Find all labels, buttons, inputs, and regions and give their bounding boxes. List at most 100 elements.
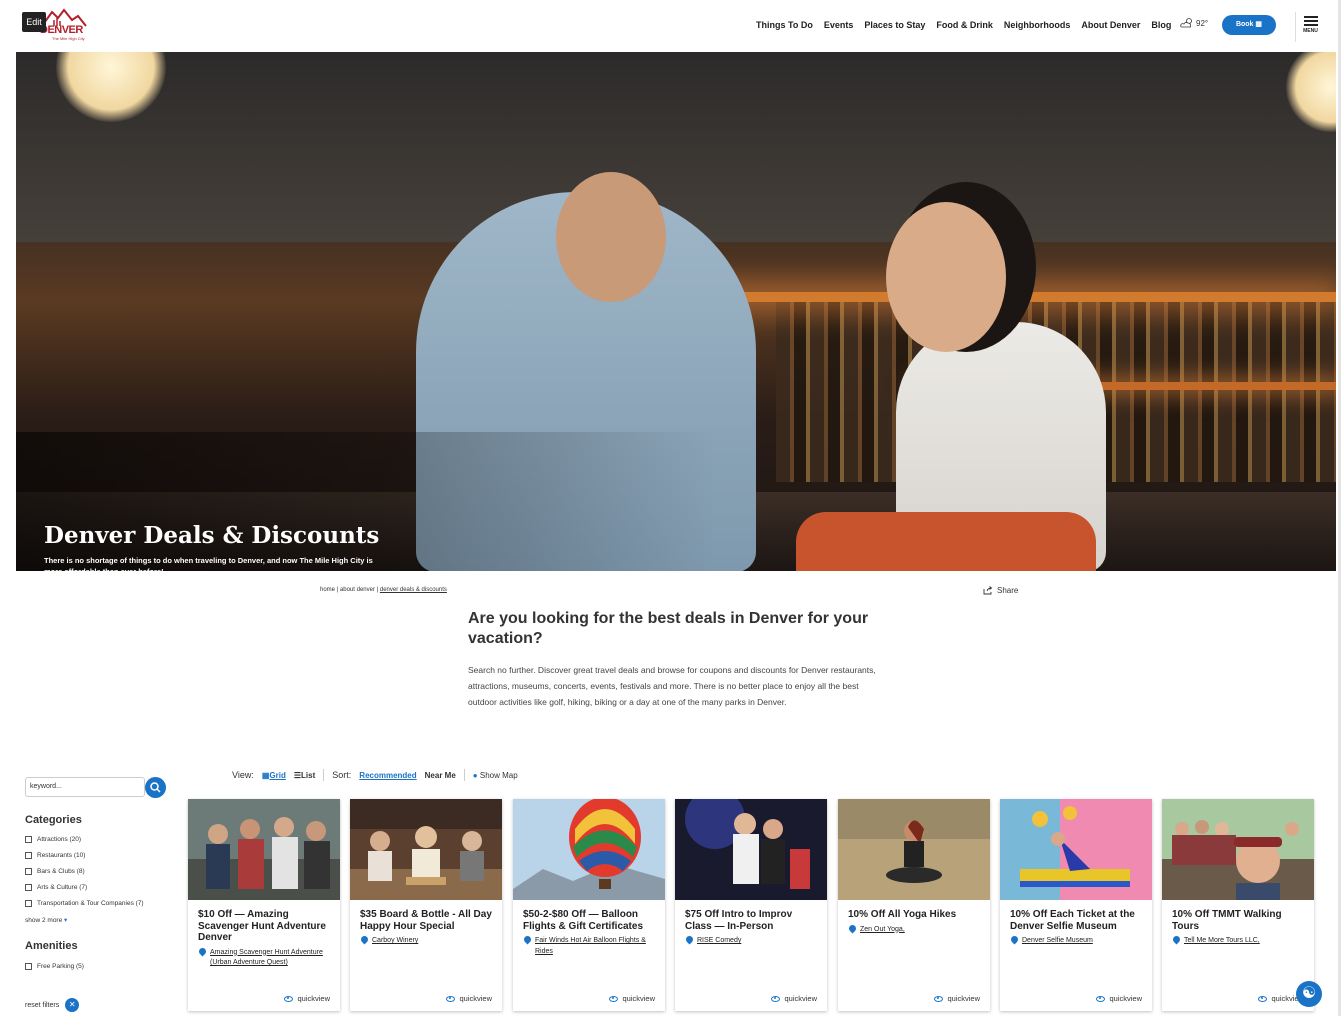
card-image-stage-performers[interactable]: [675, 799, 827, 900]
close-icon: ✕: [65, 998, 80, 1012]
filter-attractions[interactable]: Attractions (20): [25, 831, 144, 847]
quickview-button[interactable]: quickview: [934, 994, 980, 1003]
deal-card[interactable]: $50-2-$80 Off — Balloon Flights & Gift C…: [513, 799, 665, 1011]
card-title[interactable]: $75 Off Intro to Improv Class — In-Perso…: [675, 900, 827, 932]
nav-places-to-stay[interactable]: Places to Stay: [864, 20, 925, 30]
show-more-link[interactable]: show 2 more ▾: [25, 916, 67, 924]
book-label: Book: [1235, 21, 1254, 28]
checkbox[interactable]: [25, 835, 32, 843]
deal-card[interactable]: $75 Off Intro to Improv Class — In-Perso…: [675, 799, 827, 1011]
filter-restaurants[interactable]: Restaurants (10): [25, 847, 144, 863]
quickview-button[interactable]: quickview: [446, 994, 492, 1003]
card-location-link[interactable]: Zen Out Yoga,: [838, 921, 990, 936]
book-button[interactable]: Book ▦: [1222, 15, 1276, 35]
breadcrumb-current[interactable]: denver deals & discounts: [380, 587, 447, 593]
eye-icon: [1096, 995, 1106, 1002]
checkbox[interactable]: [25, 884, 32, 892]
card-image-yoga-meditation[interactable]: [838, 799, 990, 900]
card-title[interactable]: 10% Off All Yoga Hikes: [838, 900, 990, 921]
card-title[interactable]: 10% Off TMMT Walking Tours: [1162, 900, 1314, 932]
card-image-selfie-room[interactable]: [1000, 799, 1152, 900]
quickview-button[interactable]: quickview: [771, 994, 817, 1003]
card-location-link[interactable]: Carboy Winery: [350, 932, 502, 947]
nav-about-denver[interactable]: About Denver: [1081, 20, 1140, 30]
card-title[interactable]: $35 Board & Bottle - All Day Happy Hour …: [350, 900, 502, 932]
hamburger-search-icon: [1303, 16, 1318, 26]
intro-body: Search no further. Discover great travel…: [468, 665, 876, 707]
filter-arts-culture[interactable]: Arts & Culture (7): [25, 880, 144, 896]
card-image-hot-air-balloon[interactable]: [513, 799, 665, 900]
quickview-button[interactable]: quickview: [284, 994, 330, 1003]
nav-food-drink[interactable]: Food & Drink: [936, 20, 993, 30]
nav-events[interactable]: Events: [824, 20, 854, 30]
weather-temp: 92°: [1196, 18, 1209, 28]
deal-card[interactable]: 10% Off TMMT Walking Tours Tell Me More …: [1162, 799, 1314, 1011]
checkbox[interactable]: [25, 900, 32, 908]
search-button[interactable]: [145, 777, 166, 798]
map-pin-icon: ●: [472, 770, 478, 780]
card-title[interactable]: 10% Off Each Ticket at the Denver Selfie…: [1000, 900, 1152, 932]
menu-label: MENU: [1303, 28, 1318, 34]
amenities-filter-list: Free Parking (5): [25, 958, 84, 974]
card-location-link[interactable]: RISE Comedy: [675, 932, 827, 947]
share-button[interactable]: Share: [983, 586, 1018, 595]
deal-card[interactable]: 10% Off Each Ticket at the Denver Selfie…: [1000, 799, 1152, 1011]
card-image-tour-group[interactable]: [1162, 799, 1314, 900]
card-location-link[interactable]: Tell Me More Tours LLC,: [1162, 932, 1314, 947]
hero-subtitle: There is no shortage of things to do whe…: [44, 556, 373, 571]
deal-card[interactable]: $35 Board & Bottle - All Day Happy Hour …: [350, 799, 502, 1011]
share-label: Share: [997, 586, 1019, 595]
chevron-down-icon: ▾: [64, 917, 68, 924]
nav-things-to-do[interactable]: Things To Do: [756, 20, 813, 30]
filter-bars-clubs[interactable]: Bars & Clubs (8): [25, 863, 144, 879]
cloud-sun-icon: [1180, 18, 1192, 28]
intro-heading: Are you looking for the best deals in De…: [468, 610, 869, 647]
eye-icon: [771, 995, 781, 1002]
card-location-link[interactable]: Denver Selfie Museum: [1000, 932, 1152, 947]
deal-card[interactable]: $10 Off — Amazing Scavenger Hunt Adventu…: [188, 799, 340, 1011]
results-toolbar: View: ▦Grid ☰List Sort: Recommended Near…: [232, 769, 518, 781]
keyword-search-input[interactable]: keyword...: [25, 777, 145, 797]
checkbox[interactable]: [25, 962, 32, 970]
reset-filters-button[interactable]: reset filters ✕: [25, 998, 80, 1012]
card-image-wine-table[interactable]: [350, 799, 502, 900]
card-location-link[interactable]: Amazing Scavenger Hunt Adventure (Urban …: [188, 944, 340, 969]
amenities-heading: Amenities: [25, 940, 78, 952]
show-map-button[interactable]: ● Show Map: [473, 771, 518, 780]
view-list-toggle[interactable]: ☰List: [294, 771, 315, 780]
breadcrumb: home | about denver | denver deals & dis…: [320, 587, 447, 593]
map-pin-icon: [197, 946, 208, 956]
map-pin-icon: [522, 934, 533, 945]
edit-button[interactable]: Edit: [22, 12, 46, 32]
categories-heading: Categories: [25, 814, 82, 826]
view-grid-toggle[interactable]: ▦Grid: [262, 771, 286, 780]
card-image-group-photo[interactable]: [188, 799, 340, 900]
filter-free-parking[interactable]: Free Parking (5): [25, 958, 84, 974]
nav-neighborhoods[interactable]: Neighborhoods: [1004, 20, 1071, 30]
card-location-link[interactable]: Fair Winds Hot Air Balloon Flights & Rid…: [513, 932, 665, 957]
accessibility-icon[interactable]: ☯: [1296, 981, 1322, 1007]
checkbox[interactable]: [25, 867, 32, 875]
eye-icon: [284, 995, 294, 1002]
map-pin-icon: [1009, 934, 1020, 945]
logo-tagline: The Mile High City: [52, 36, 85, 41]
filter-transportation-tours[interactable]: Transportation & Tour Companies (7): [25, 896, 144, 912]
quickview-button[interactable]: quickview: [1096, 994, 1142, 1003]
sort-recommended[interactable]: Recommended: [359, 771, 416, 780]
checkbox[interactable]: [25, 851, 32, 859]
eye-icon: [934, 995, 944, 1002]
card-title[interactable]: $50-2-$80 Off — Balloon Flights & Gift C…: [513, 900, 665, 932]
deal-card[interactable]: 10% Off All Yoga Hikes Zen Out Yoga, qui…: [838, 799, 990, 1011]
weather-widget[interactable]: 92°: [1180, 18, 1208, 28]
main-nav: Things To Do Events Places to Stay Food …: [756, 20, 1171, 30]
menu-button[interactable]: MENU: [1295, 12, 1325, 42]
card-title[interactable]: $10 Off — Amazing Scavenger Hunt Adventu…: [188, 900, 340, 944]
quickview-button[interactable]: quickview: [609, 994, 655, 1003]
search-icon: [150, 782, 161, 793]
map-pin-icon: [1171, 934, 1182, 945]
breadcrumb-home[interactable]: home: [320, 587, 335, 593]
sort-label: Sort:: [332, 770, 352, 780]
nav-blog[interactable]: Blog: [1151, 20, 1171, 30]
breadcrumb-about[interactable]: about denver: [340, 587, 375, 593]
sort-near-me[interactable]: Near Me: [425, 771, 456, 780]
